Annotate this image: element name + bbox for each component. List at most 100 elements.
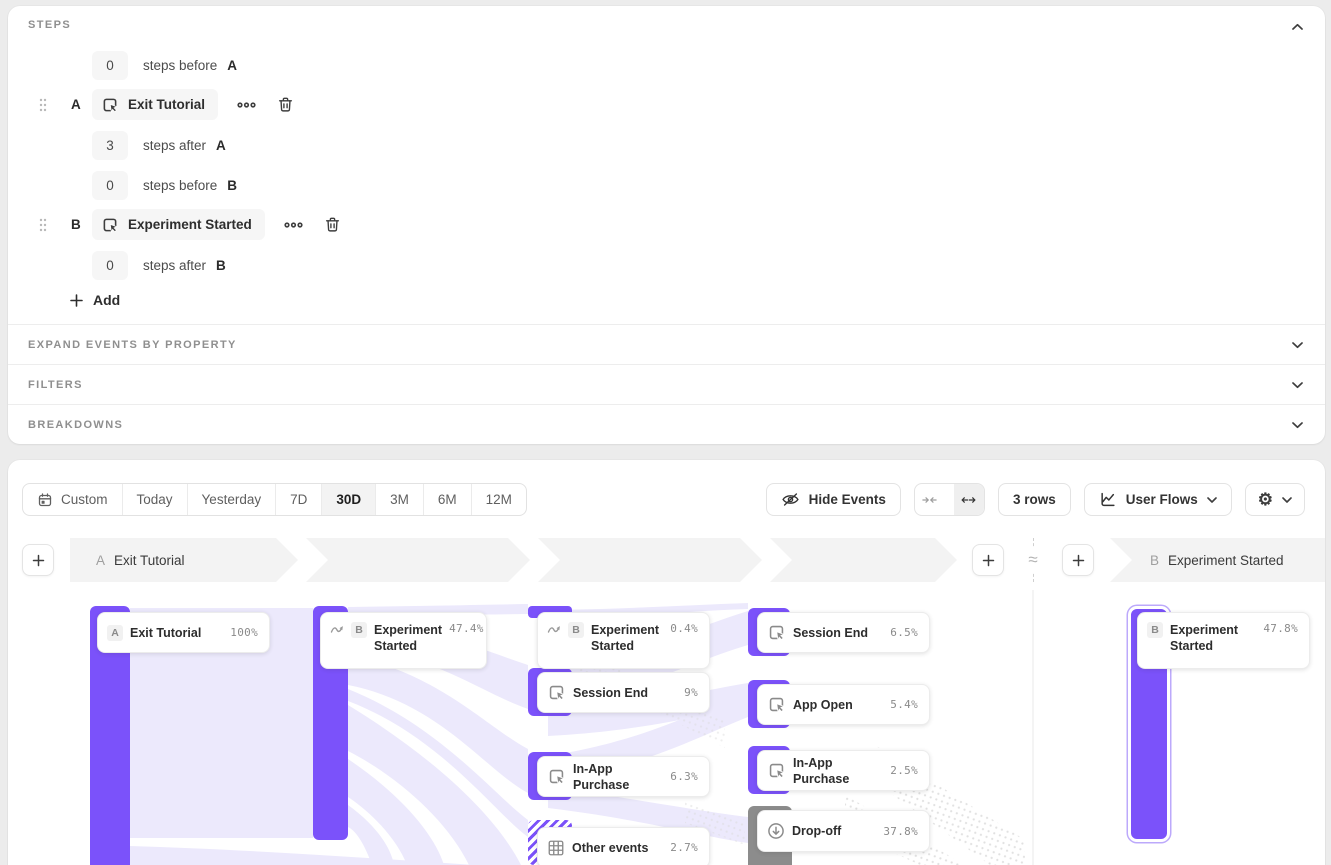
row-label: steps before	[143, 178, 217, 193]
steps-after-a-input[interactable]: 3	[92, 131, 128, 160]
flow-node-app-open[interactable]: App Open 5.4%	[757, 684, 930, 725]
add-step-label: Add	[93, 292, 120, 308]
drag-handle-icon[interactable]	[39, 98, 47, 112]
add-step-before-b-button[interactable]	[1062, 544, 1094, 576]
expand-columns-button[interactable]	[954, 484, 984, 515]
event-icon	[767, 761, 786, 780]
step-a-label: Exit Tutorial	[114, 553, 185, 568]
chevron-down-icon	[1207, 496, 1217, 504]
chevron-down-icon	[1287, 335, 1307, 355]
hide-events-button[interactable]: Hide Events	[766, 483, 901, 516]
node-label: Session End	[573, 685, 677, 701]
node-label: App Open	[793, 697, 883, 713]
row-label: steps after	[143, 138, 206, 153]
row-label: steps after	[143, 258, 206, 273]
add-step-button[interactable]: Add	[70, 292, 120, 308]
section-breakdowns[interactable]: BREAKDOWNS	[8, 404, 1325, 444]
steps-panel: STEPS 0 steps before A A Exit Tutorial	[8, 6, 1325, 444]
steps-after-b-input[interactable]: 0	[92, 251, 128, 280]
step-b-event-picker[interactable]: Experiment Started	[92, 209, 265, 240]
user-flows-report: STEPS 0 steps before A A Exit Tutorial	[0, 0, 1331, 865]
flow-node-drop-off[interactable]: Drop-off 37.8%	[757, 810, 930, 852]
step-a-delete-button[interactable]	[277, 96, 294, 113]
add-step-after-a-button[interactable]	[972, 544, 1004, 576]
row-label: steps before	[143, 58, 217, 73]
node-percent: 47.4%	[449, 622, 484, 635]
flow-column-header-step-b[interactable]: B Experiment Started	[1110, 538, 1325, 582]
step-ref: B	[216, 258, 226, 273]
flow-node-experiment-started-474[interactable]: B Experiment Started 47.4%	[320, 612, 487, 669]
section-expand-events-by-property[interactable]: EXPAND EVENTS BY PROPERTY	[8, 324, 1325, 364]
event-icon	[547, 767, 566, 786]
steps-section-title: STEPS	[28, 19, 71, 31]
steps-after-b-row: 0 steps after B	[8, 250, 1325, 281]
date-range-label: 3M	[390, 492, 409, 507]
node-label: Experiment Started	[374, 622, 442, 654]
collapse-columns-button[interactable]	[915, 484, 945, 515]
date-range-custom[interactable]: Custom	[23, 484, 123, 515]
event-icon	[767, 623, 786, 642]
flow-node-other-events[interactable]: Other events 2.7%	[537, 827, 710, 865]
step-b-letter: B	[71, 217, 81, 232]
more-options-icon	[237, 97, 256, 113]
flow-node-session-end-65[interactable]: Session End 6.5%	[757, 612, 930, 653]
node-percent: 9%	[684, 686, 698, 699]
plus-icon	[70, 294, 83, 307]
date-range-selector: Custom Today Yesterday 7D 30D 3M 6M 12M	[22, 483, 527, 516]
node-label: Drop-off	[792, 823, 876, 839]
node-label: Other events	[572, 840, 663, 856]
rows-count-button[interactable]: 3 rows	[998, 483, 1071, 516]
date-range-30d-selected[interactable]: 30D	[322, 484, 376, 515]
date-range-today[interactable]: Today	[123, 484, 188, 515]
step-b-delete-button[interactable]	[324, 216, 341, 233]
plus-icon	[32, 554, 45, 567]
section-filters[interactable]: FILTERS	[8, 364, 1325, 404]
node-label: Session End	[793, 625, 883, 641]
node-percent: 6.3%	[670, 770, 698, 783]
event-icon	[767, 695, 786, 714]
steps-before-a-input[interactable]: 0	[92, 51, 128, 80]
flow-node-in-app-purchase-63[interactable]: In-App Purchase 6.3%	[537, 756, 710, 797]
node-percent: 47.8%	[1263, 622, 1298, 635]
plus-icon	[982, 554, 995, 567]
step-b-more-button[interactable]	[284, 217, 303, 233]
drop-off-icon	[767, 822, 785, 840]
flow-column-header-step-a[interactable]: A Exit Tutorial	[70, 538, 298, 582]
continue-arrow-icon	[547, 622, 561, 636]
collapse-steps-button[interactable]	[1287, 17, 1307, 37]
date-range-6m[interactable]: 6M	[424, 484, 472, 515]
node-percent: 6.5%	[890, 626, 918, 639]
flow-node-experiment-started-04[interactable]: B Experiment Started 0.4%	[537, 612, 710, 669]
spacing-toggle	[914, 483, 985, 516]
drag-handle-icon[interactable]	[39, 218, 47, 232]
eye-off-icon	[781, 491, 800, 508]
flows-chart-icon	[1099, 491, 1117, 508]
step-a-event-label: Exit Tutorial	[128, 97, 205, 112]
chart-toolbar-right: Hide Events 3 rows User Flows ⚙	[766, 483, 1305, 516]
node-label: In-App Purchase	[573, 761, 663, 793]
date-range-12m[interactable]: 12M	[472, 484, 526, 515]
step-a-more-button[interactable]	[237, 97, 256, 113]
settings-dropdown-button[interactable]: ⚙	[1245, 483, 1305, 516]
step-ref: A	[216, 138, 226, 153]
flow-node-exit-tutorial[interactable]: A Exit Tutorial 100%	[97, 612, 270, 653]
step-a-event-picker[interactable]: Exit Tutorial	[92, 89, 218, 120]
continue-arrow-icon	[330, 622, 344, 636]
view-selector-button[interactable]: User Flows	[1084, 483, 1232, 516]
step-badge: A	[107, 625, 123, 641]
flow-node-experiment-started-478[interactable]: B Experiment Started 47.8%	[1137, 612, 1310, 669]
steps-before-b-row: 0 steps before B	[8, 170, 1325, 201]
flow-node-in-app-purchase-25[interactable]: In-App Purchase 2.5%	[757, 750, 930, 791]
node-percent: 0.4%	[670, 622, 698, 635]
flow-node-session-end-9[interactable]: Session End 9%	[537, 672, 710, 713]
date-range-7d[interactable]: 7D	[276, 484, 322, 515]
date-range-3m[interactable]: 3M	[376, 484, 424, 515]
step-a-letter: A	[71, 97, 81, 112]
trash-icon	[324, 216, 341, 233]
date-range-yesterday[interactable]: Yesterday	[188, 484, 277, 515]
chevron-down-icon	[1287, 415, 1307, 435]
steps-before-b-input[interactable]: 0	[92, 171, 128, 200]
calendar-icon	[37, 492, 53, 508]
steps-before-a-row: 0 steps before A	[8, 50, 1325, 81]
add-step-before-button[interactable]	[22, 544, 54, 576]
